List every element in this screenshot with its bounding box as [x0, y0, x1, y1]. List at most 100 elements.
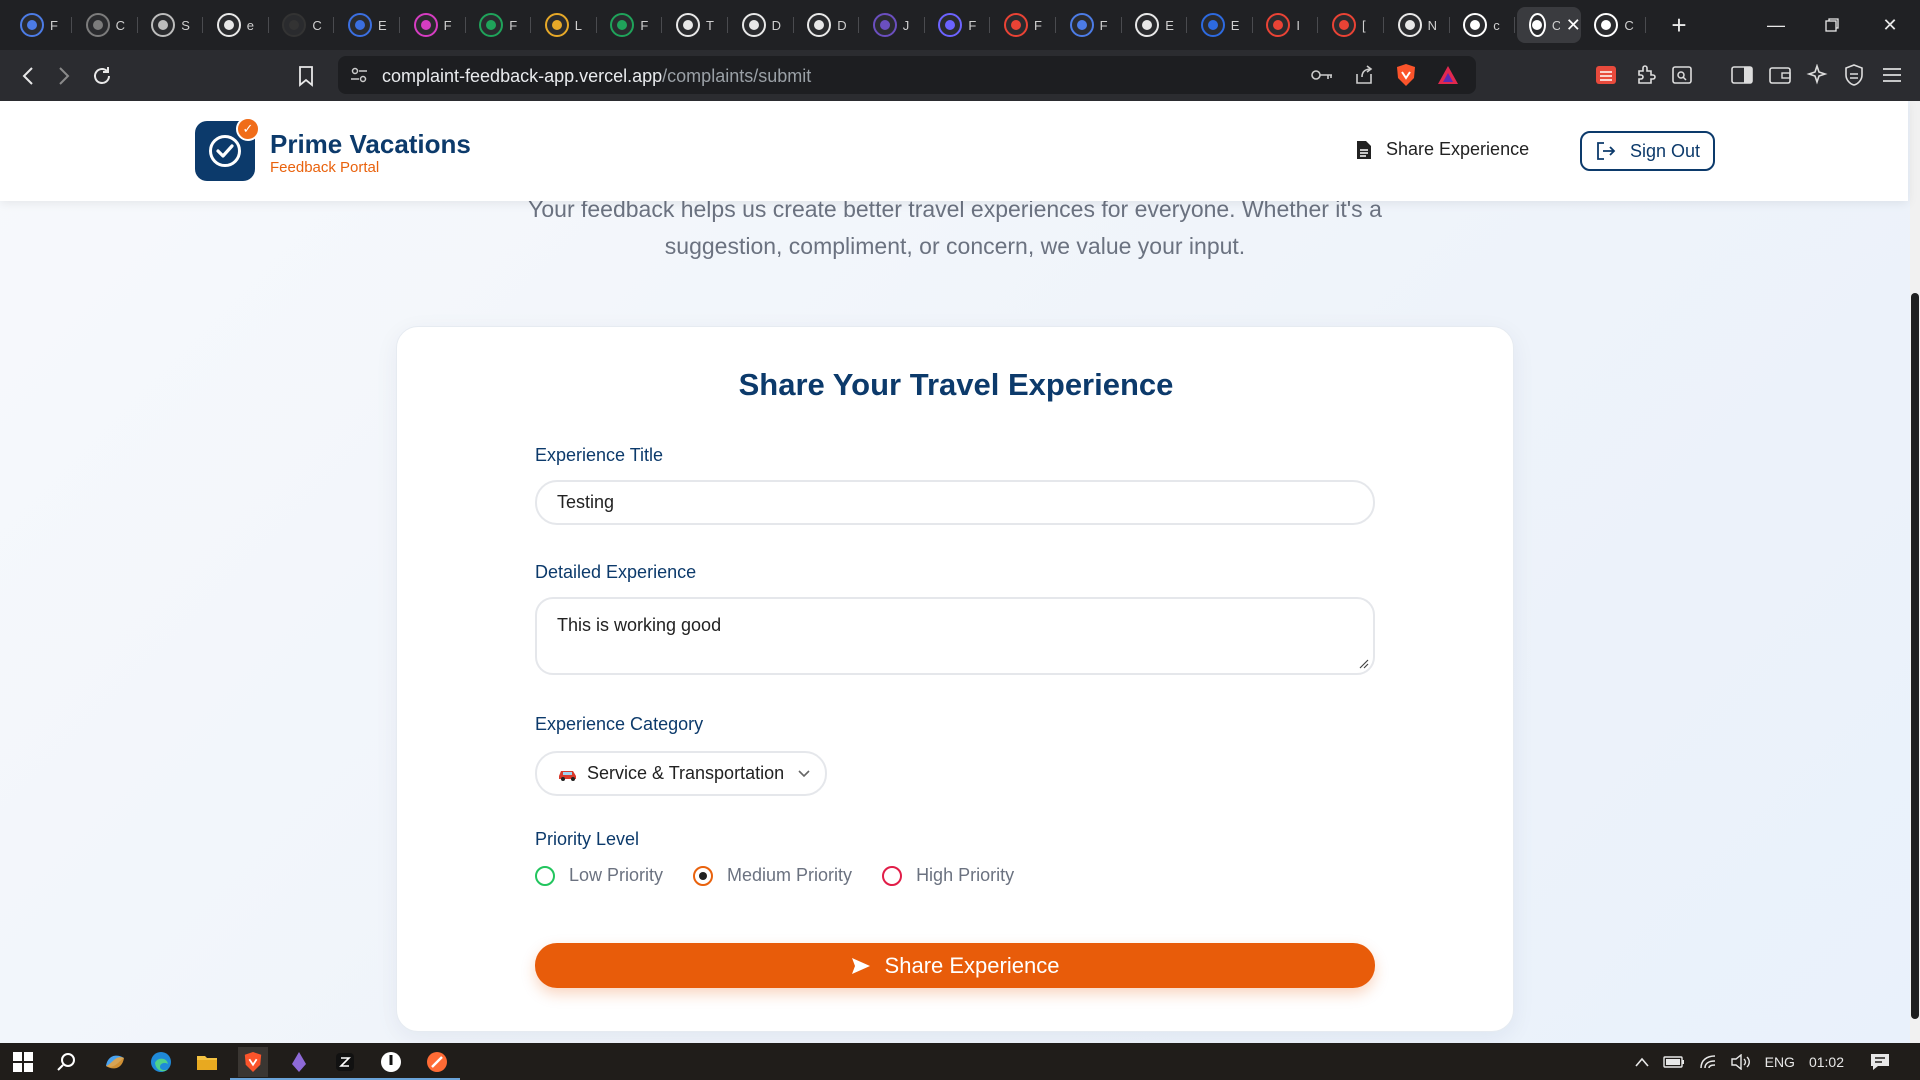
- browser-tab[interactable]: C: [270, 7, 335, 43]
- extensions-puzzle-icon[interactable]: [1632, 61, 1660, 89]
- browser-tab[interactable]: F: [926, 7, 991, 43]
- close-window-button[interactable]: ✕: [1870, 10, 1910, 40]
- copilot-taskbar-icon[interactable]: [100, 1047, 130, 1077]
- resize-grip-icon[interactable]: [1359, 659, 1369, 669]
- logo-check-icon: [209, 135, 241, 167]
- reader-mode-icon[interactable]: [1668, 61, 1696, 89]
- radio-circle[interactable]: [693, 865, 714, 886]
- experience-title-input[interactable]: Testing: [535, 480, 1375, 525]
- wifi-icon[interactable]: [1699, 1054, 1717, 1070]
- brave-taskbar-icon[interactable]: [230, 1047, 276, 1080]
- site-settings-icon: [351, 67, 367, 83]
- search-button[interactable]: [52, 1047, 82, 1077]
- browser-tab[interactable]: C: [1582, 7, 1647, 43]
- chevron-up-icon[interactable]: [1635, 1057, 1649, 1067]
- logo-badge-check-icon: ✓: [236, 117, 260, 141]
- new-tab-button[interactable]: +: [1664, 10, 1694, 40]
- app-white-taskbar-icon[interactable]: [368, 1047, 414, 1080]
- restore-button[interactable]: [1812, 10, 1852, 40]
- edge-taskbar-icon[interactable]: [146, 1047, 176, 1077]
- browser-tab[interactable]: C ✕: [1516, 7, 1581, 43]
- category-select[interactable]: Service & Transportation: [535, 751, 827, 796]
- browser-tab[interactable]: I: [1254, 7, 1319, 43]
- battery-icon[interactable]: [1662, 1055, 1685, 1068]
- browser-tab[interactable]: e: [205, 7, 269, 43]
- browser-tab[interactable]: F: [1058, 7, 1122, 43]
- form-title: Share Your Travel Experience: [738, 367, 1174, 402]
- vpn-shield-icon[interactable]: [1840, 61, 1868, 89]
- doc-circle-icon: [1069, 13, 1094, 37]
- send-icon: [851, 957, 870, 974]
- brave-rewards-icon[interactable]: [1434, 61, 1462, 89]
- document-icon: [1357, 140, 1371, 159]
- browser-tab[interactable]: E: [1189, 7, 1253, 43]
- priority-radio-high-priority[interactable]: High Priority: [882, 865, 1014, 886]
- tab-title: S: [181, 17, 190, 33]
- browser-tab[interactable]: F: [467, 7, 532, 43]
- browser-tab[interactable]: S: [139, 7, 204, 43]
- app-purple-taskbar-icon[interactable]: [276, 1047, 322, 1080]
- priority-radio-low-priority[interactable]: Low Priority: [535, 865, 663, 886]
- sign-out-button[interactable]: Sign Out: [1580, 131, 1715, 171]
- tab-title: e: [246, 17, 255, 33]
- browser-tab[interactable]: T: [664, 7, 728, 43]
- logo[interactable]: ✓: [195, 117, 260, 181]
- priority-radio-medium-priority[interactable]: Medium Priority: [693, 865, 852, 886]
- priority-radio-group: Low Priority Medium Priority High Priority: [535, 865, 1044, 886]
- car-icon: [559, 770, 576, 781]
- sidebar-toggle-icon[interactable]: [1728, 61, 1756, 89]
- brave-shields-icon[interactable]: [1392, 61, 1420, 89]
- browser-tab[interactable]: D: [730, 7, 794, 43]
- browser-tab[interactable]: F: [598, 7, 663, 43]
- browser-tab[interactable]: J: [861, 7, 925, 43]
- volume-icon[interactable]: [1730, 1053, 1751, 1070]
- radio-circle[interactable]: [882, 865, 903, 886]
- page-scrollbar[interactable]: [1910, 101, 1920, 1043]
- forward-button[interactable]: [48, 60, 80, 92]
- share-experience-submit-button[interactable]: Share Experience: [535, 943, 1375, 988]
- browser-tab[interactable]: C: [74, 7, 138, 43]
- browser-tab[interactable]: F: [992, 7, 1056, 43]
- password-key-icon[interactable]: [1308, 61, 1336, 89]
- tray-clock[interactable]: 01:02: [1809, 1054, 1844, 1070]
- tab-title: D: [771, 17, 781, 33]
- browser-tab[interactable]: F: [8, 7, 72, 43]
- start-button[interactable]: [8, 1047, 38, 1077]
- browser-tab[interactable]: N: [1386, 7, 1450, 43]
- browser-tab[interactable]: c: [1451, 7, 1516, 43]
- share-icon[interactable]: [1350, 61, 1378, 89]
- close-tab-icon[interactable]: ✕: [1566, 15, 1581, 36]
- browser-tab[interactable]: F: [402, 7, 466, 43]
- browser-tab[interactable]: [: [1320, 7, 1384, 43]
- menu-icon[interactable]: [1878, 61, 1906, 89]
- wallet-icon[interactable]: [1766, 61, 1794, 89]
- radio-label: High Priority: [916, 865, 1015, 885]
- feedback-form-card: Share Your Travel Experience Experience …: [396, 326, 1514, 1032]
- reload-button[interactable]: [86, 60, 118, 92]
- bookmark-button[interactable]: [290, 60, 322, 92]
- file-explorer-taskbar-icon[interactable]: [192, 1047, 222, 1077]
- tab-title: I: [1296, 17, 1301, 33]
- browser-tab[interactable]: E: [336, 7, 400, 43]
- reload-icon: [94, 67, 110, 84]
- sign-out-icon: [1597, 142, 1616, 160]
- browser-tab[interactable]: L: [533, 7, 597, 43]
- app-dark-taskbar-icon[interactable]: [322, 1047, 368, 1080]
- url-text: complaint-feedback-app.vercel.app/compla…: [382, 66, 812, 86]
- notifications-icon[interactable]: [1870, 1053, 1890, 1071]
- browser-tab[interactable]: E: [1123, 7, 1188, 43]
- extension-stack-icon[interactable]: [1592, 61, 1620, 89]
- browser-tab[interactable]: D: [795, 7, 860, 43]
- tray-language[interactable]: ENG: [1765, 1054, 1795, 1070]
- windows-taskbar: ENG 01:02: [0, 1043, 1920, 1080]
- app-orange-taskbar-icon[interactable]: [414, 1047, 460, 1080]
- back-button[interactable]: [12, 60, 44, 92]
- minimize-button[interactable]: —: [1756, 10, 1796, 40]
- address-bar[interactable]: complaint-feedback-app.vercel.app/compla…: [338, 56, 1476, 94]
- detailed-experience-textarea[interactable]: This is working good: [535, 597, 1375, 675]
- nav-share-experience-link[interactable]: Share Experience: [1356, 139, 1529, 160]
- scrollbar-thumb[interactable]: [1911, 293, 1919, 1019]
- brand-name[interactable]: Prime Vacations: [270, 129, 471, 160]
- radio-circle[interactable]: [535, 865, 555, 886]
- leo-ai-icon[interactable]: [1803, 61, 1831, 89]
